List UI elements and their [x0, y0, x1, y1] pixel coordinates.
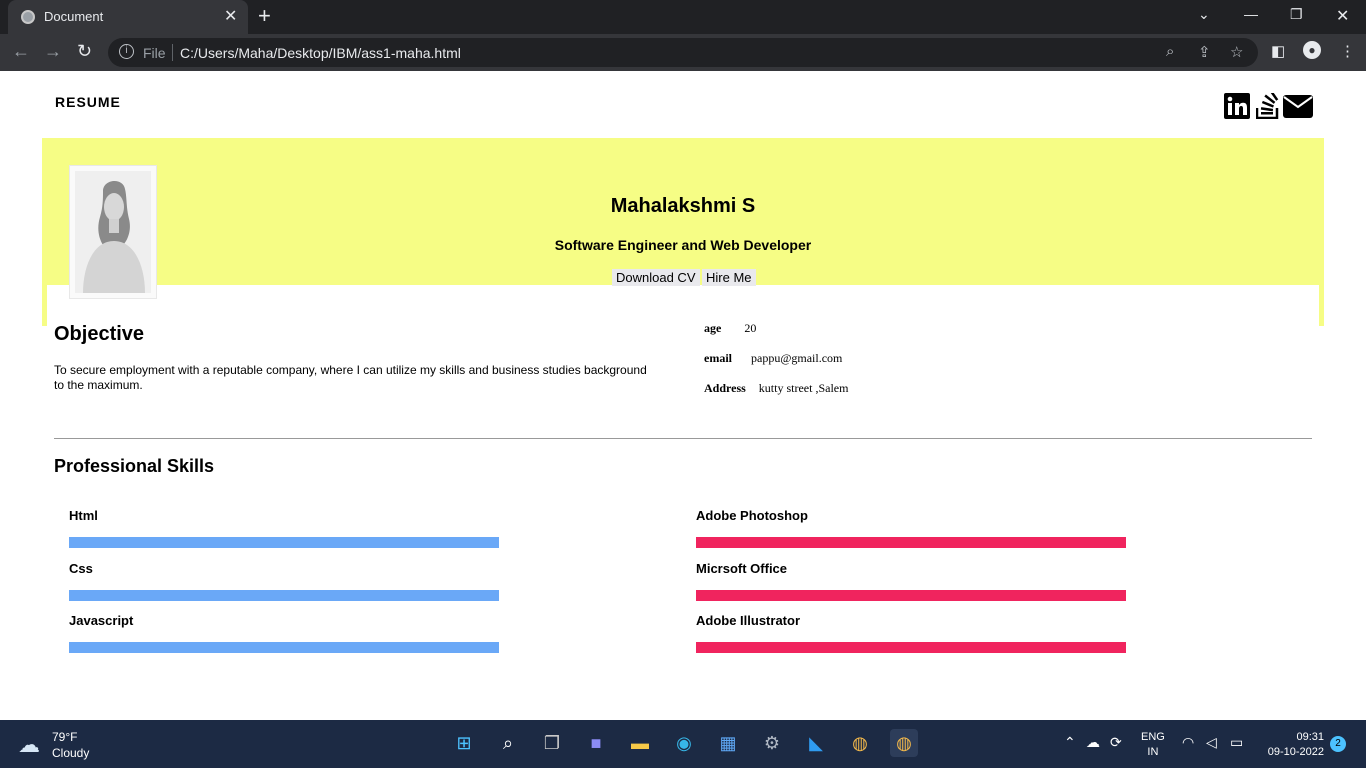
skill-bar-fill — [69, 589, 499, 601]
lang-code: ENG — [1141, 731, 1165, 743]
volume-icon[interactable]: ◁ — [1206, 734, 1217, 751]
tab-strip: Document ✕ + ⌄ — ❐ ✕ — [0, 0, 1366, 34]
stackoverflow-icon[interactable] — [1256, 93, 1280, 119]
profile-photo — [69, 165, 157, 299]
sync-icon[interactable]: ⟳ — [1110, 734, 1122, 751]
chat-icon[interactable]: ■ — [582, 729, 610, 757]
vscode-icon[interactable]: ◣ — [802, 729, 830, 757]
skill-bar-fill — [69, 537, 499, 548]
info-value: pappu@gmail.com — [751, 351, 843, 365]
onedrive-icon[interactable]: ☁ — [1086, 734, 1100, 751]
info-key: age — [704, 321, 722, 335]
zoom-icon[interactable]: ⌕ — [1166, 43, 1174, 60]
url-scheme: File — [143, 45, 166, 61]
restore-icon[interactable]: ❐ — [1290, 6, 1303, 23]
side-panel-icon[interactable]: ◧ — [1271, 42, 1285, 60]
skill-label: Micrsoft Office — [696, 560, 788, 576]
bookmark-star-icon[interactable]: ☆ — [1230, 43, 1243, 61]
skill-bar — [69, 537, 499, 548]
chevron-up-icon[interactable]: ⌃ — [1064, 734, 1076, 751]
page-content: RESUME Mahalakshmi S Software Engineer a… — [0, 71, 1366, 720]
skill-bar — [696, 589, 1126, 601]
skill-bar-fill — [696, 589, 1126, 601]
forward-icon[interactable]: → — [44, 41, 62, 62]
skill-bar-fill — [69, 642, 499, 653]
person-name: Mahalakshmi S — [610, 195, 756, 217]
profile-icon[interactable]: ● — [1303, 41, 1321, 59]
battery-icon[interactable]: ▭ — [1230, 734, 1243, 751]
share-icon[interactable]: ⇪ — [1198, 43, 1211, 61]
content-card — [47, 285, 1319, 345]
minimize-icon[interactable]: — — [1244, 6, 1258, 22]
address-bar[interactable]: i File C:/Users/Maha/Desktop/IBM/ass1-ma… — [108, 38, 1258, 67]
skill-bar — [696, 537, 1126, 548]
weather-temperature[interactable]: 79°F — [52, 730, 77, 744]
skill-bar — [69, 642, 499, 653]
skill-label: Html — [69, 508, 98, 523]
hire-me-button[interactable]: Hire Me — [702, 269, 756, 286]
notification-badge[interactable]: 2 — [1330, 736, 1346, 752]
skill-bar — [69, 589, 499, 601]
download-cv-button[interactable]: Download CV — [612, 269, 700, 286]
weather-condition[interactable]: Cloudy — [52, 746, 89, 760]
close-window-icon[interactable]: ✕ — [1336, 6, 1349, 26]
browser-toolbar: ← → ↻ i File C:/Users/Maha/Desktop/IBM/a… — [0, 34, 1366, 71]
skill-label: Adobe Photoshop — [696, 508, 808, 523]
language-indicator[interactable]: ENG IN — [1141, 730, 1165, 760]
objective-text: To secure employment with a reputable co… — [54, 363, 647, 392]
time: 09:31 — [1296, 731, 1324, 743]
info-key: Address — [704, 381, 746, 395]
close-tab-icon[interactable]: ✕ — [224, 6, 237, 26]
store-icon[interactable]: ▦ — [714, 729, 742, 757]
skill-bar-fill — [696, 537, 1126, 548]
url-text[interactable]: C:/Users/Maha/Desktop/IBM/ass1-maha.html — [180, 45, 461, 61]
search-icon[interactable]: ⌕ — [494, 729, 522, 757]
tab-document[interactable]: Document ✕ — [8, 0, 248, 34]
chrome-icon[interactable]: ◍ — [890, 729, 918, 757]
menu-icon[interactable]: ⋮ — [1340, 42, 1355, 60]
info-address: Address kutty street ,Salem — [704, 381, 848, 396]
info-email: email pappu@gmail.com — [704, 351, 842, 366]
email-icon[interactable] — [1283, 95, 1313, 118]
task-view-icon[interactable]: ❐ — [538, 729, 566, 757]
file-explorer-icon[interactable]: ▬ — [626, 729, 654, 757]
skill-bar — [696, 642, 1126, 653]
cloud-icon[interactable]: ☁ — [18, 732, 40, 758]
person-role: Software Engineer and Web Developer — [554, 237, 812, 253]
info-age: age 20 — [704, 321, 756, 336]
url-separator — [172, 44, 173, 61]
info-value: kutty street ,Salem — [758, 381, 849, 395]
linkedin-icon[interactable] — [1224, 93, 1250, 119]
info-key: email — [704, 351, 732, 365]
reload-icon[interactable]: ↻ — [77, 41, 92, 62]
system-clock[interactable]: 09:31 09-10-2022 — [1258, 730, 1324, 760]
region-code: IN — [1147, 746, 1159, 758]
skill-label: Css — [69, 560, 93, 576]
skill-bar-fill — [696, 642, 1126, 653]
wifi-icon[interactable]: ◠ — [1182, 734, 1194, 751]
skills-heading: Professional Skills — [54, 456, 215, 476]
start-icon[interactable]: ⊞ — [450, 729, 478, 757]
objective-heading: Objective — [54, 323, 145, 345]
info-value: 20 — [744, 321, 757, 335]
skill-label: Adobe Illustrator — [696, 613, 801, 628]
back-icon[interactable]: ← — [12, 41, 30, 62]
globe-icon — [21, 10, 35, 24]
new-tab-button[interactable]: + — [258, 3, 271, 29]
tab-search-icon[interactable]: ⌄ — [1198, 6, 1210, 23]
date: 09-10-2022 — [1267, 746, 1324, 758]
edge-icon[interactable]: ◉ — [670, 729, 698, 757]
taskbar: ☁ 79°F Cloudy ⊞ ⌕ ❐ ■ ▬ ◉ ▦ ⚙ ◣ ◍ ◍ ⌃ ☁ … — [0, 720, 1366, 768]
info-icon[interactable]: i — [119, 44, 134, 59]
brand-title: RESUME — [55, 94, 121, 110]
chrome-profile-icon[interactable]: ◍ — [846, 729, 874, 757]
tab-title: Document — [44, 9, 104, 24]
settings-icon[interactable]: ⚙ — [758, 729, 786, 757]
section-divider — [54, 438, 1312, 439]
skill-label: Javascript — [69, 613, 134, 628]
